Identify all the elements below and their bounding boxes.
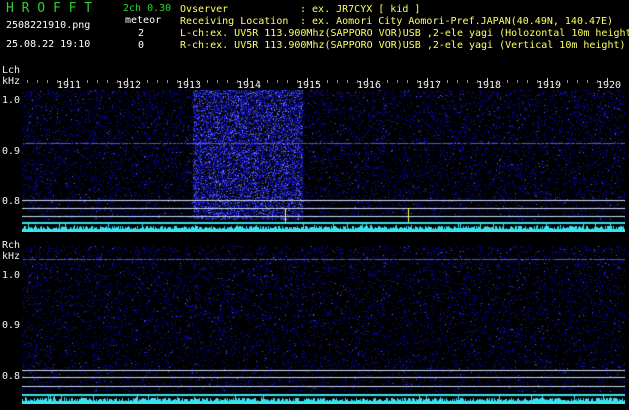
time-minor-tick bbox=[117, 80, 118, 83]
lch-spectrogram bbox=[22, 90, 625, 232]
image-filename: 2508221910.png bbox=[6, 20, 91, 31]
timestamp: 25.08.22 19:10 bbox=[6, 39, 91, 50]
time-minor-tick bbox=[557, 80, 558, 83]
rch-unit: kHz bbox=[2, 251, 21, 262]
time-minor-tick bbox=[227, 80, 228, 83]
lch-unit: kHz bbox=[2, 76, 21, 87]
time-minor-tick bbox=[257, 80, 258, 83]
app-title: H R O F F T bbox=[6, 1, 93, 16]
rch-ylabel-0.9: 0.9 bbox=[2, 320, 21, 331]
time-minor-tick bbox=[77, 80, 78, 83]
time-minor-tick bbox=[467, 80, 468, 83]
mode-label: 2ch 0.30 bbox=[123, 3, 172, 14]
time-minor-tick bbox=[477, 80, 478, 83]
time-minor-tick bbox=[87, 80, 88, 83]
time-minor-tick bbox=[157, 80, 158, 83]
time-minor-tick bbox=[397, 80, 398, 83]
time-minor-tick bbox=[597, 80, 598, 83]
time-tick bbox=[427, 78, 428, 83]
time-minor-tick bbox=[417, 80, 418, 83]
lch-ylabel-0.9: 0.9 bbox=[2, 146, 21, 157]
lch-spectrogram-canvas bbox=[22, 90, 625, 232]
time-minor-tick bbox=[497, 80, 498, 83]
time-minor-tick bbox=[97, 80, 98, 83]
time-minor-tick bbox=[147, 80, 148, 83]
time-tick bbox=[487, 78, 488, 83]
time-minor-tick bbox=[457, 80, 458, 83]
time-minor-tick bbox=[327, 80, 328, 83]
time-minor-tick bbox=[57, 80, 58, 83]
time-tick bbox=[187, 78, 188, 83]
time-tick bbox=[67, 78, 68, 83]
time-minor-tick bbox=[177, 80, 178, 83]
time-minor-tick bbox=[317, 80, 318, 83]
rch-spectrogram-canvas bbox=[22, 246, 625, 404]
time-minor-tick bbox=[347, 80, 348, 83]
time-tick bbox=[607, 78, 608, 83]
time-minor-tick bbox=[287, 80, 288, 83]
time-minor-tick bbox=[407, 80, 408, 83]
rch-ylabel-0.8: 0.8 bbox=[2, 371, 21, 382]
lch-ylabel-1.0: 1.0 bbox=[2, 95, 21, 106]
time-minor-tick bbox=[437, 80, 438, 83]
time-tick bbox=[247, 78, 248, 83]
time-minor-tick bbox=[47, 80, 48, 83]
rch-title: Rch bbox=[2, 240, 21, 251]
time-minor-tick bbox=[377, 80, 378, 83]
lch-receiver-info: L-ch:ex. UV5R 113.900Mhz(SAPPORO VOR)USB… bbox=[180, 28, 629, 39]
location-value: : ex. Aomori City Aomori-Pref.JAPAN(40.4… bbox=[300, 16, 614, 27]
rch-spectrogram bbox=[22, 246, 625, 404]
rch-ylabel-1.0: 1.0 bbox=[2, 270, 21, 281]
time-minor-tick bbox=[447, 80, 448, 83]
time-minor-tick bbox=[297, 80, 298, 83]
time-minor-tick bbox=[107, 80, 108, 83]
observer-value: : ex. JR7CYX [ kid ] bbox=[300, 4, 421, 15]
time-minor-tick bbox=[577, 80, 578, 83]
observer-label: Ovserver bbox=[180, 4, 229, 15]
time-minor-tick bbox=[137, 80, 138, 83]
time-tick bbox=[367, 78, 368, 83]
time-minor-tick bbox=[197, 80, 198, 83]
time-minor-tick bbox=[537, 80, 538, 83]
time-minor-tick bbox=[387, 80, 388, 83]
time-minor-tick bbox=[217, 80, 218, 83]
time-minor-tick bbox=[277, 80, 278, 83]
lch-ylabel-0.8: 0.8 bbox=[2, 196, 21, 207]
time-minor-tick bbox=[527, 80, 528, 83]
time-tick bbox=[127, 78, 128, 83]
time-minor-tick bbox=[207, 80, 208, 83]
time-minor-tick bbox=[357, 80, 358, 83]
time-minor-tick bbox=[507, 80, 508, 83]
time-minor-tick bbox=[167, 80, 168, 83]
rch-receiver-info: R-ch:ex. UV5R 113.900Mhz(SAPPORO VOR)USB… bbox=[180, 40, 626, 51]
location-label: Receiving Location bbox=[180, 16, 289, 27]
time-minor-tick bbox=[567, 80, 568, 83]
time-tick bbox=[547, 78, 548, 83]
time-minor-tick bbox=[587, 80, 588, 83]
time-minor-tick bbox=[517, 80, 518, 83]
time-minor-tick bbox=[267, 80, 268, 83]
detection-label: meteor bbox=[125, 15, 162, 26]
time-minor-tick bbox=[37, 80, 38, 83]
time-minor-tick bbox=[27, 80, 28, 83]
rch-meteor-count: 0 bbox=[138, 40, 145, 51]
lch-title: Lch bbox=[2, 65, 21, 76]
lch-meteor-count: 2 bbox=[138, 28, 145, 39]
time-minor-tick bbox=[337, 80, 338, 83]
time-minor-tick bbox=[237, 80, 238, 83]
hrofft-window: H R O F F T 2ch 0.30 meteor 2508221910.p… bbox=[0, 0, 629, 410]
time-tick bbox=[307, 78, 308, 83]
